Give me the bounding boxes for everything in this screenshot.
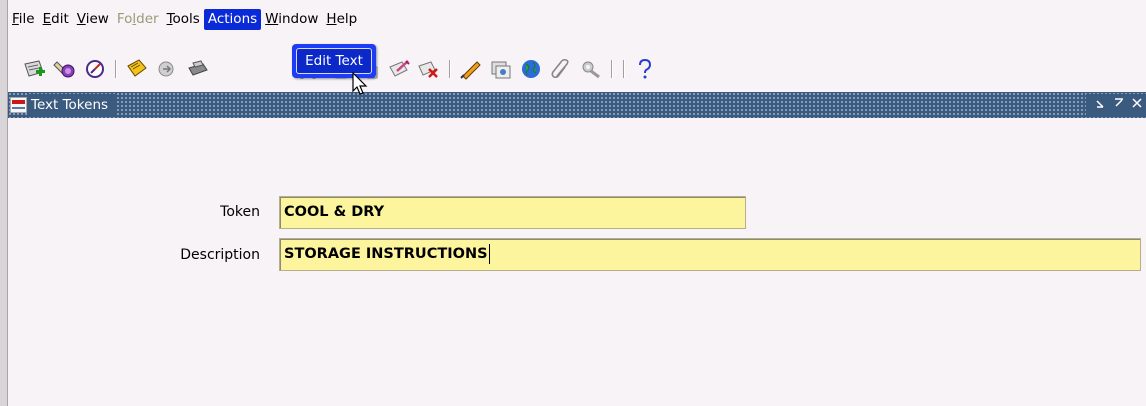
menu-view-mnemonic: V [76,10,86,27]
oracle-logo-icon [10,97,27,113]
menu-actions[interactable]: Actions [203,8,262,30]
menu-window-label: indow [278,10,319,27]
form-canvas: Token COOL & DRY Description STORAGE INS… [8,118,1146,406]
folder-tools-icon[interactable] [578,56,604,82]
description-label: Description [180,247,260,263]
navigator-icon[interactable] [82,56,108,82]
toolbar-separator [449,60,451,78]
window-frame [0,0,8,406]
token-value: COOL & DRY [284,204,385,220]
menu-actions-label: Actions [207,10,258,27]
window-title-bar[interactable]: Text Tokens [8,92,1146,118]
description-field[interactable]: STORAGE INSTRUCTIONS [279,238,1141,271]
next-step-icon[interactable] [154,56,180,82]
menu-help-mnemonic: H [326,10,337,27]
print-icon[interactable] [184,56,210,82]
menu-window[interactable]: Window [261,9,322,30]
token-field[interactable]: COOL & DRY [279,196,746,229]
menu-file-label: ile [18,10,35,27]
toolbar [8,50,1146,88]
menu-item-edit-text[interactable]: Edit Text [296,48,372,74]
clear-record-icon[interactable] [386,56,412,82]
menu-tools[interactable]: Tools [163,9,204,30]
save-icon[interactable] [124,56,150,82]
new-record-icon[interactable] [22,56,48,82]
menu-folder-label-end: der [136,10,159,27]
edit-field-icon[interactable] [458,56,484,82]
menu-bar: File Edit View Folder Tools Actions Wind… [8,0,1146,32]
maximize-icon[interactable] [1110,97,1128,113]
menu-help-label: elp [336,10,358,27]
menu-view[interactable]: View [73,9,113,30]
menu-window-mnemonic: W [265,10,279,27]
translations-icon[interactable] [518,56,544,82]
description-value: STORAGE INSTRUCTIONS [284,246,488,262]
toolbar-separator [611,60,613,78]
zoom-icon[interactable] [488,56,514,82]
minimize-icon[interactable] [1092,97,1110,113]
menu-file[interactable]: File [8,9,39,30]
menu-folder[interactable]: Folder [113,9,163,30]
text-cursor [488,244,490,264]
menu-view-label: iew [85,10,109,27]
toolbar-separator [115,60,117,78]
window-controls [1086,94,1146,116]
menu-tools-label: ools [172,10,200,27]
delete-record-icon[interactable] [416,56,442,82]
toolbar-separator [623,60,625,78]
menu-file-mnemonic: F [12,10,19,27]
menu-edit-mnemonic: E [42,10,52,27]
menu-folder-label-start: Fo [116,10,133,27]
menu-help[interactable]: Help [322,9,361,30]
menu-edit[interactable]: Edit [39,9,73,30]
window-title: Text Tokens [27,94,117,116]
token-label: Token [220,204,260,220]
mouse-pointer-icon [352,71,370,102]
attachments-icon[interactable] [548,56,574,82]
menu-edit-label: dit [51,10,69,27]
find-icon[interactable] [52,56,78,82]
close-icon[interactable] [1128,97,1146,113]
help-icon[interactable] [632,56,658,82]
